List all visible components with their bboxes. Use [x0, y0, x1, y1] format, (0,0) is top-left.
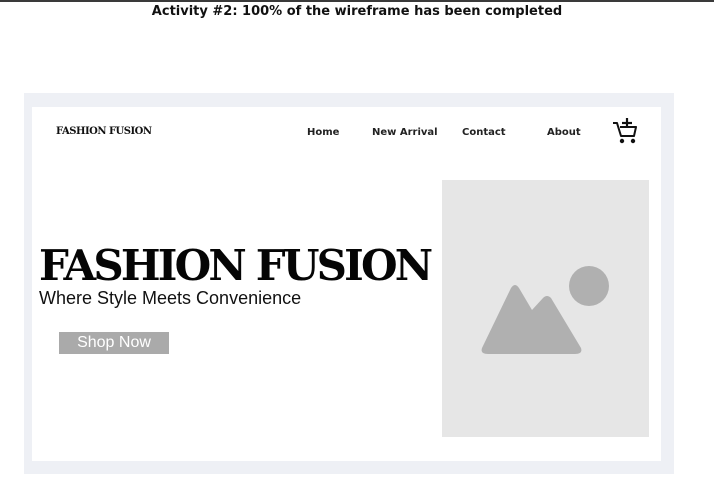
nav-new-arrival-link[interactable]: New Arrival [372, 127, 438, 138]
cart-add-icon[interactable] [612, 117, 638, 145]
hero-subtitle: Where Style Meets Convenience [39, 288, 302, 308]
nav-home-link[interactable]: Home [307, 127, 339, 138]
brand-logo[interactable]: FASHION FUSION [56, 126, 152, 137]
top-rule [0, 0, 714, 2]
image-placeholder-icon [481, 266, 609, 354]
wireframe-frame: FASHION FUSION Home New Arrival Contact … [24, 93, 674, 474]
nav-about-link[interactable]: About [547, 127, 581, 138]
activity-title: Activity #2: 100% of the wireframe has b… [151, 4, 563, 19]
nav-contact-link[interactable]: Contact [462, 127, 506, 138]
wireframe-canvas: FASHION FUSION Home New Arrival Contact … [32, 107, 661, 461]
hero-title: FASHION FUSION [39, 241, 433, 290]
shop-now-button[interactable]: Shop Now [59, 332, 169, 354]
hero-image-placeholder [442, 180, 649, 437]
